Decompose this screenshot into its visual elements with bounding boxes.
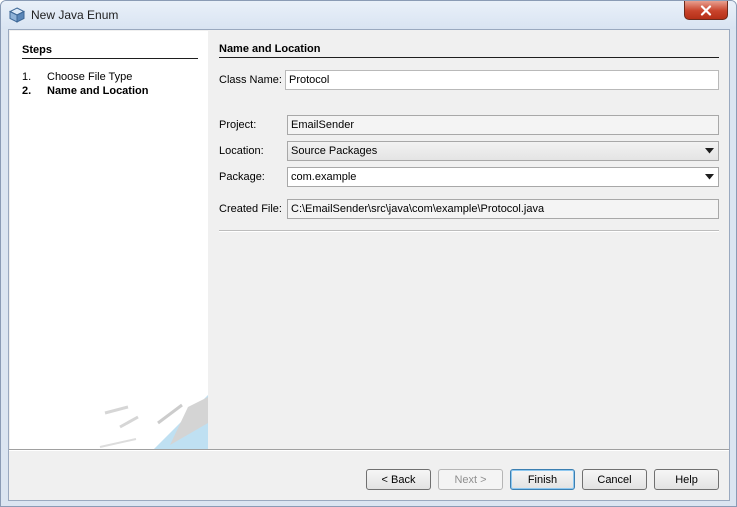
close-icon xyxy=(700,4,712,16)
step-item-name-and-location: 2. Name and Location xyxy=(22,85,148,97)
finish-button[interactable]: Finish xyxy=(510,469,575,490)
step-number: 2. xyxy=(22,85,32,97)
project-label: Project: xyxy=(219,119,257,131)
steps-divider xyxy=(22,58,198,59)
step-label: Choose File Type xyxy=(47,71,133,83)
created-file-label: Created File: xyxy=(219,203,282,215)
created-file-field: C:\EmailSender\src\java\com\example\Prot… xyxy=(287,199,719,219)
chevron-down-icon xyxy=(705,174,714,180)
package-value: com.example xyxy=(291,171,357,183)
package-combo[interactable]: com.example xyxy=(287,167,719,187)
form-separator-highlight xyxy=(219,231,719,232)
steps-panel: Steps 1. Choose File Type 2. Name and Lo… xyxy=(10,31,208,449)
panel-title: Name and Location xyxy=(219,43,321,55)
steps-heading: Steps xyxy=(22,44,52,56)
dialog-window: New Java Enum Steps 1. Choose File Type … xyxy=(0,0,737,507)
back-button[interactable]: < Back xyxy=(366,469,431,490)
class-name-label: Class Name: xyxy=(219,74,282,86)
title-bar[interactable]: New Java Enum xyxy=(1,1,736,29)
java-cube-icon xyxy=(9,7,25,23)
class-name-input[interactable]: Protocol xyxy=(285,70,719,90)
footer-divider-highlight xyxy=(9,450,729,451)
package-label: Package: xyxy=(219,171,265,183)
location-label: Location: xyxy=(219,145,264,157)
window-title: New Java Enum xyxy=(31,8,119,22)
wizard-decoration xyxy=(99,395,208,449)
location-value: Source Packages xyxy=(291,145,378,157)
step-label: Name and Location xyxy=(47,85,149,97)
panel-title-divider xyxy=(219,57,719,58)
dialog-content: Steps 1. Choose File Type 2. Name and Lo… xyxy=(8,29,730,501)
help-button[interactable]: Help xyxy=(654,469,719,490)
chevron-down-icon xyxy=(705,148,714,154)
project-field: EmailSender xyxy=(287,115,719,135)
cancel-button[interactable]: Cancel xyxy=(582,469,647,490)
location-select[interactable]: Source Packages xyxy=(287,141,719,161)
step-number: 1. xyxy=(22,71,32,83)
next-button[interactable]: Next > xyxy=(438,469,503,490)
close-button[interactable] xyxy=(684,1,728,20)
step-item-choose-file-type: 1. Choose File Type xyxy=(22,71,132,83)
